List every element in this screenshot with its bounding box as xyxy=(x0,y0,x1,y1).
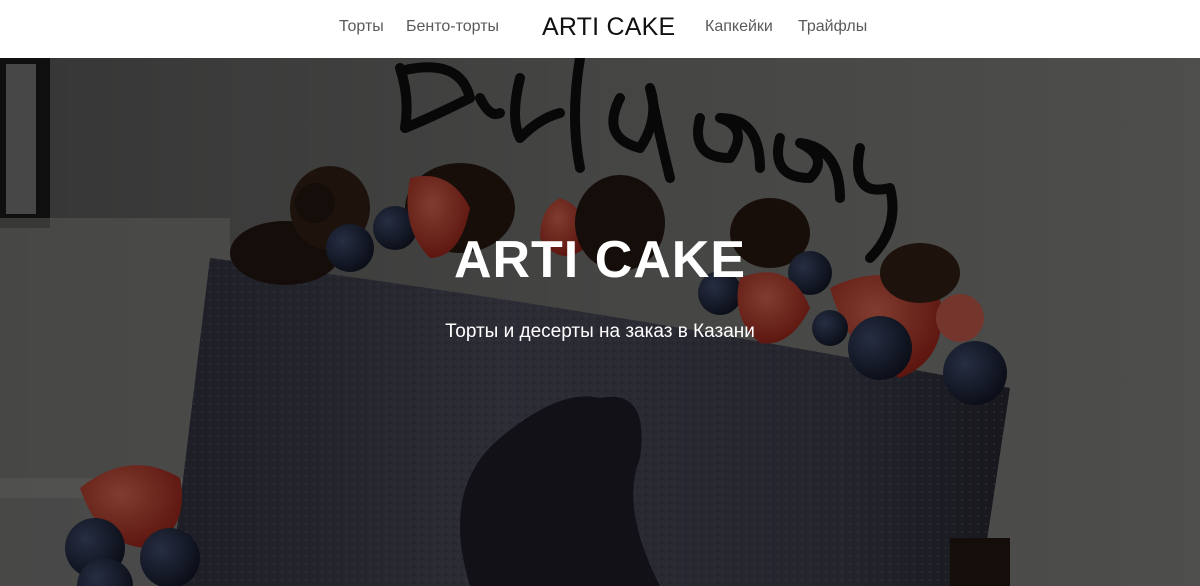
hero-title: ARTI CAKE xyxy=(453,231,747,289)
site-header: Торты Бенто-торты ARTI CAKE Капкейки Тра… xyxy=(0,0,1200,58)
nav-link-cupcakes[interactable]: Капкейки xyxy=(705,17,773,37)
nav-link-trifles[interactable]: Трайфлы xyxy=(798,17,867,37)
nav-link-cakes[interactable]: Торты xyxy=(339,17,384,37)
nav-link-bento-cakes[interactable]: Бенто-торты xyxy=(406,17,499,37)
site-logo[interactable]: ARTI CAKE xyxy=(542,12,675,42)
hero-section: ARTI CAKE Торты и десерты на заказ в Каз… xyxy=(0,58,1200,586)
hero-subtitle: Торты и десерты на заказ в Казани xyxy=(445,321,755,342)
